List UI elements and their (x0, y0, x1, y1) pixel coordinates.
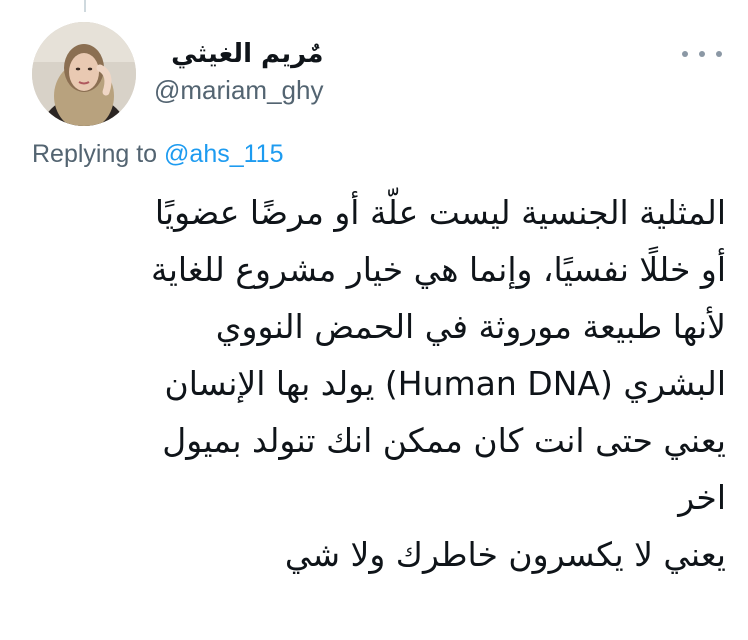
author-names: مٌريم الغيثي @mariam_ghy (154, 38, 323, 106)
avatar[interactable] (32, 22, 136, 126)
more-horizontal-icon[interactable] (682, 44, 722, 64)
author-handle[interactable]: @mariam_ghy (154, 74, 323, 106)
replying-to-label: Replying to (32, 140, 158, 168)
tweet-text-line: لأنها طبيعة موروثة في الحمض النووي (215, 307, 726, 346)
tweet-text-line: المثلية الجنسية ليست علّة أو مرضًا عضويً… (154, 193, 726, 232)
avatar-photo (32, 22, 136, 126)
author-display-name[interactable]: مٌريم الغيثي (154, 38, 323, 70)
tweet-text-line: يعني لا يكسرون خاطرك ولا شي (284, 535, 726, 574)
tweet-text: المثلية الجنسية ليست علّة أو مرضًا عضويً… (40, 184, 726, 583)
more-dot (716, 51, 722, 57)
reply-to-handle-link[interactable]: @ahs_115 (164, 140, 283, 168)
tweet-text-line: البشري (Human DNA) يولد بها الإنسان (164, 364, 726, 403)
tweet-header: مٌريم الغيثي @mariam_ghy (30, 20, 722, 130)
thread-connector-line (84, 0, 86, 12)
tweet-text-line: أو خللًا نفسيًا، وإنما هي خيار مشروع للغ… (151, 250, 726, 289)
more-dot (699, 51, 705, 57)
more-dot (682, 51, 688, 57)
replying-to-line: Replying to @ahs_115 (32, 138, 283, 170)
tweet-text-line: اخر (678, 478, 726, 517)
tweet-text-line: يعني حتى انت كان ممكن انك تنولد بميول (162, 421, 726, 460)
